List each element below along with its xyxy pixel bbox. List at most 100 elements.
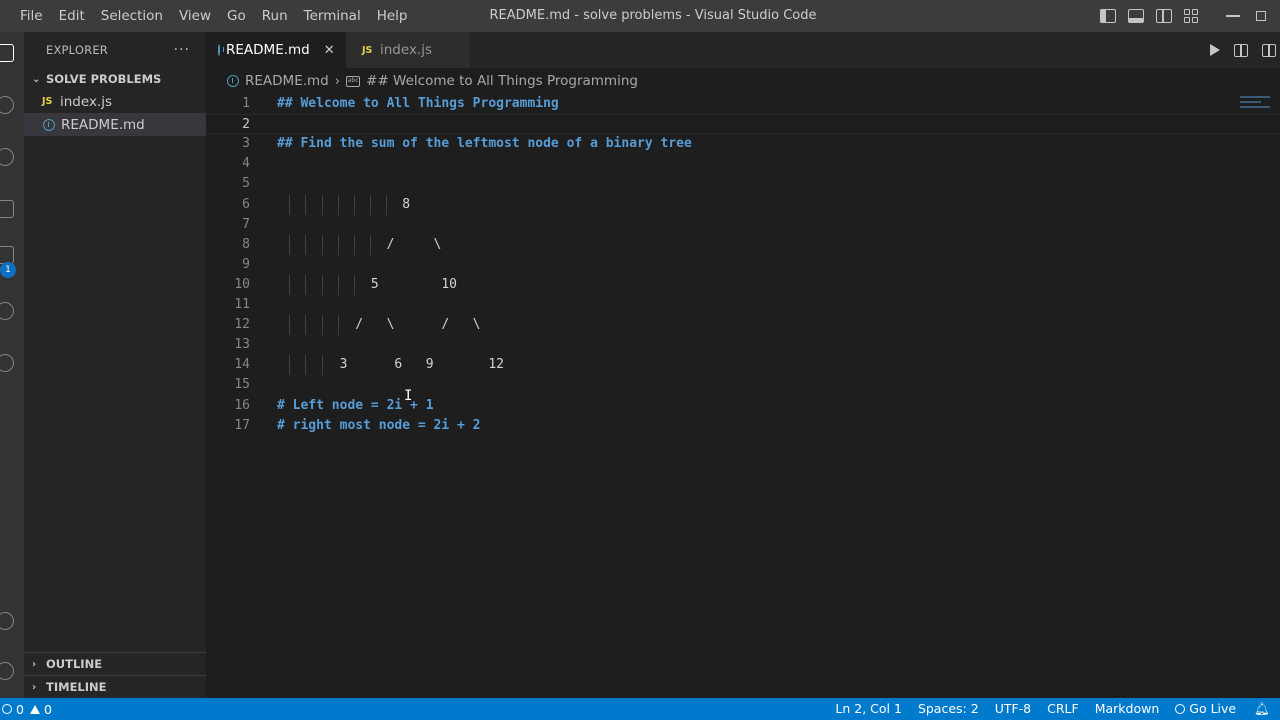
code-line[interactable]: 3 ## Find the sum of the leftmost node of… [206, 134, 1280, 154]
line-number: 1 [242, 96, 250, 111]
encoding[interactable]: UTF-8 [987, 698, 1039, 720]
line-text: / \ / \ [277, 317, 481, 333]
code-line[interactable]: 9 [206, 255, 1280, 275]
close-icon[interactable]: ✕ [324, 43, 335, 58]
code-line[interactable]: 16 # Left node = 2i + 1 [206, 396, 1280, 416]
line-number: 5 [242, 176, 250, 192]
run-debug-icon[interactable] [0, 200, 14, 218]
end-of-line[interactable]: CRLF [1039, 698, 1087, 720]
breadcrumb-symbol[interactable]: ## Welcome to All Things Programming [366, 73, 638, 89]
line-number: 13 [234, 337, 250, 353]
notifications-icon[interactable]: 🔔︎ [1244, 698, 1280, 720]
indent-guide [289, 234, 291, 255]
code-line[interactable]: 10 5 10 [206, 274, 1280, 295]
code-line[interactable]: 7 [206, 215, 1280, 235]
tab-index-js[interactable]: JS index.js [346, 32, 470, 68]
code-line[interactable]: 8 / \ [206, 234, 1280, 255]
settings-gear-icon[interactable] [0, 662, 14, 680]
code-line[interactable]: 14 3 6 9 12 [206, 355, 1280, 376]
cursor-position[interactable]: Ln 2, Col 1 [827, 698, 910, 720]
code-line[interactable]: 11 [206, 295, 1280, 315]
menu-view[interactable]: View [171, 0, 219, 32]
run-icon[interactable] [1210, 44, 1220, 56]
toggle-secondary-sidebar-icon[interactable] [1156, 9, 1172, 23]
code-line[interactable]: 6 8 [206, 194, 1280, 215]
menu-help[interactable]: Help [369, 0, 416, 32]
line-text: / \ [277, 236, 442, 252]
line-number: 8 [242, 236, 250, 252]
timeline-label: TIMELINE [46, 680, 107, 694]
chevron-right-icon: › [32, 658, 37, 670]
code-line[interactable]: 5 [206, 174, 1280, 194]
source-control-icon[interactable] [0, 148, 14, 166]
activity-bar: 1 [0, 32, 24, 698]
more-actions-icon[interactable]: ··· [174, 42, 190, 58]
chevron-down-icon: ⌄ [32, 73, 41, 85]
code-line[interactable]: 12 / \ / \ [206, 315, 1280, 336]
code-line[interactable]: 1 ## Welcome to All Things Programming [206, 94, 1280, 114]
editor-actions [1210, 32, 1280, 68]
breadcrumb: README.md › abc ## Welcome to All Things… [206, 68, 1280, 94]
outline-section-header[interactable]: › OUTLINE [24, 652, 206, 675]
indent-guide [354, 274, 355, 295]
line-number: 3 [242, 136, 250, 152]
indent-guide [289, 355, 291, 376]
menu-edit[interactable]: Edit [51, 0, 93, 32]
js-file-icon: JS [362, 44, 373, 56]
toggle-panel-icon[interactable] [1128, 9, 1144, 23]
open-preview-icon[interactable] [1234, 43, 1248, 57]
menu-run[interactable]: Run [254, 0, 296, 32]
line-number: 4 [242, 156, 250, 172]
js-file-icon: JS [42, 96, 53, 107]
live-share-icon[interactable] [0, 354, 14, 372]
status-problems[interactable]: 0 0 [0, 702, 52, 717]
status-right-items: Ln 2, Col 1 Spaces: 2 UTF-8 CRLF Markdow… [827, 698, 1280, 720]
line-text: # right most node = 2i + 2 [277, 417, 481, 433]
breadcrumb-file[interactable]: README.md [245, 73, 329, 89]
tab-label: index.js [380, 42, 433, 58]
maximize-icon[interactable] [1256, 11, 1266, 21]
folder-section-header[interactable]: ⌄ SOLVE PROBLEMS [24, 68, 206, 90]
tab-bar: README.md ✕ JS index.js [206, 32, 1280, 68]
line-text: 3 6 9 12 [277, 357, 504, 373]
code-line[interactable]: 2 [206, 114, 1280, 135]
file-item-readme-md[interactable]: README.md [24, 113, 206, 136]
line-number: 11 [234, 297, 250, 312]
accounts-icon[interactable] [0, 612, 14, 630]
go-live-button[interactable]: Go Live [1167, 698, 1244, 720]
code-editor[interactable]: 1 ## Welcome to All Things Programming 2 3 #… [206, 94, 1280, 698]
menu-go[interactable]: Go [219, 0, 254, 32]
code-line[interactable]: 13 [206, 335, 1280, 355]
indent-guide [337, 315, 339, 336]
menu-file[interactable]: File [12, 0, 51, 32]
explorer-icon[interactable] [0, 44, 14, 62]
indent-guide [305, 315, 307, 336]
menu-terminal[interactable]: Terminal [296, 0, 369, 32]
timeline-section-header[interactable]: › TIMELINE [24, 675, 206, 698]
language-mode[interactable]: Markdown [1087, 698, 1168, 720]
line-text: ## Welcome to All Things Programming [277, 96, 559, 111]
remote-explorer-icon[interactable] [0, 302, 14, 320]
menu-selection[interactable]: Selection [93, 0, 171, 32]
sidebar-bottom-sections: › OUTLINE › TIMELINE [24, 652, 206, 698]
line-number: 10 [234, 276, 250, 292]
code-line[interactable]: 15 [206, 375, 1280, 395]
indent-guide [321, 315, 323, 336]
code-line[interactable]: 17 # right most node = 2i + 2 [206, 416, 1280, 436]
search-icon[interactable] [0, 96, 14, 114]
tab-readme-md[interactable]: README.md ✕ [206, 32, 346, 68]
sidebar-header: EXPLORER ··· [24, 32, 206, 68]
code-line[interactable]: 4 [206, 154, 1280, 174]
file-item-index-js[interactable]: JS index.js [24, 90, 206, 113]
customize-layout-icon[interactable] [1184, 9, 1200, 23]
indentation[interactable]: Spaces: 2 [910, 698, 987, 720]
indent-guide [289, 315, 291, 336]
line-number: 7 [242, 216, 250, 232]
split-editor-icon[interactable] [1262, 43, 1276, 57]
warning-icon [29, 704, 40, 714]
toggle-sidebar-icon[interactable] [1100, 9, 1116, 23]
markdown-info-icon [227, 75, 239, 87]
indent-guide [305, 355, 307, 376]
indent-guide [370, 194, 372, 215]
minimize-icon[interactable] [1226, 15, 1240, 17]
